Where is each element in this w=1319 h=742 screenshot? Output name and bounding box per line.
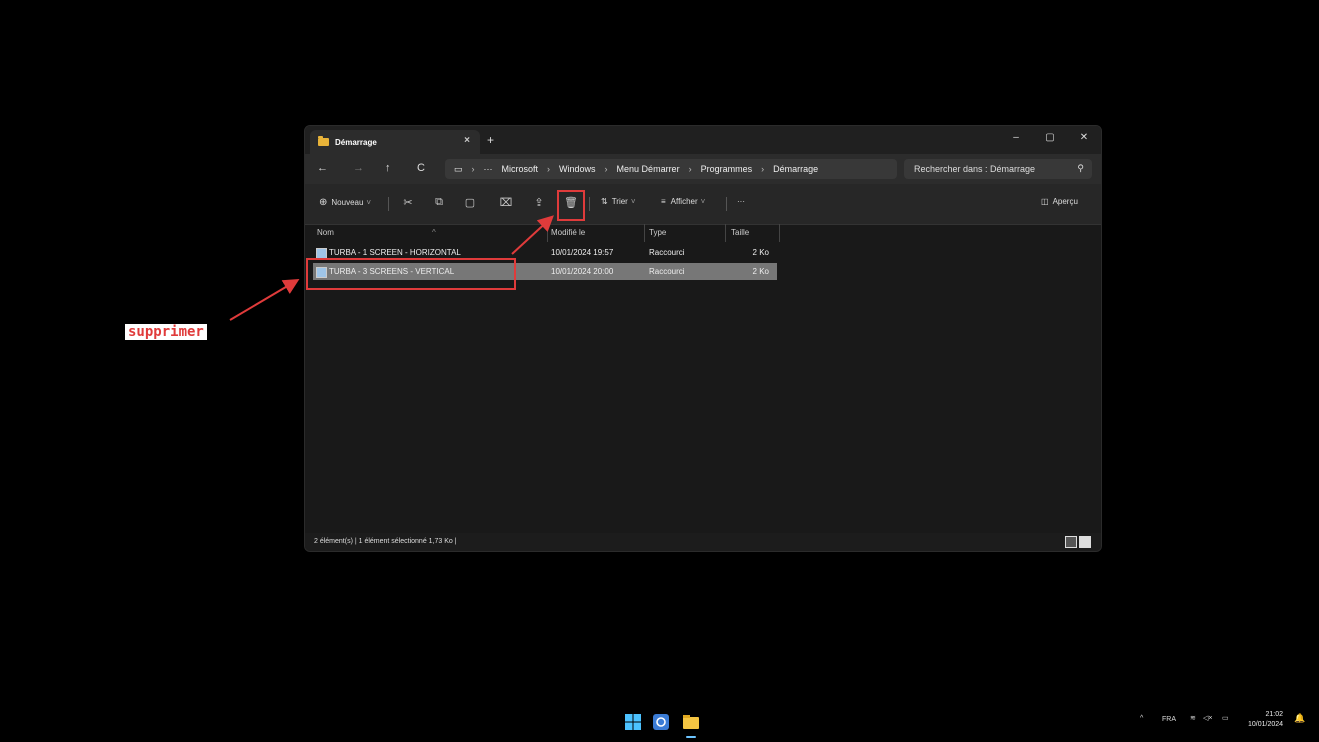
clock-date: 10/01/2024 (1248, 721, 1284, 728)
volume-muted-icon[interactable]: ◁× (1203, 714, 1212, 722)
wifi-icon[interactable]: ≋ (1190, 714, 1196, 722)
active-app-indicator (686, 736, 696, 738)
arrow-to-delete (511, 215, 554, 255)
clock[interactable]: 21:02 10/01/2024 (1248, 710, 1283, 730)
language-indicator[interactable]: FRA (1162, 716, 1176, 723)
arrow-to-file (229, 278, 300, 321)
clock-time: 21:02 (1265, 711, 1284, 718)
notification-bell-icon[interactable]: 🔔 (1294, 713, 1305, 724)
tray-overflow-chevron-icon[interactable]: ^ (1140, 715, 1143, 722)
annotation-arrows (229, 215, 554, 321)
start-icon[interactable] (624, 713, 642, 731)
battery-icon[interactable]: ▭ (1222, 714, 1229, 722)
search-app-icon[interactable] (652, 713, 670, 731)
taskbar: ^ FRA ≋ ◁× ▭ 21:02 10/01/2024 🔔 (0, 704, 1319, 742)
file-explorer-taskbar-icon[interactable] (682, 713, 700, 731)
